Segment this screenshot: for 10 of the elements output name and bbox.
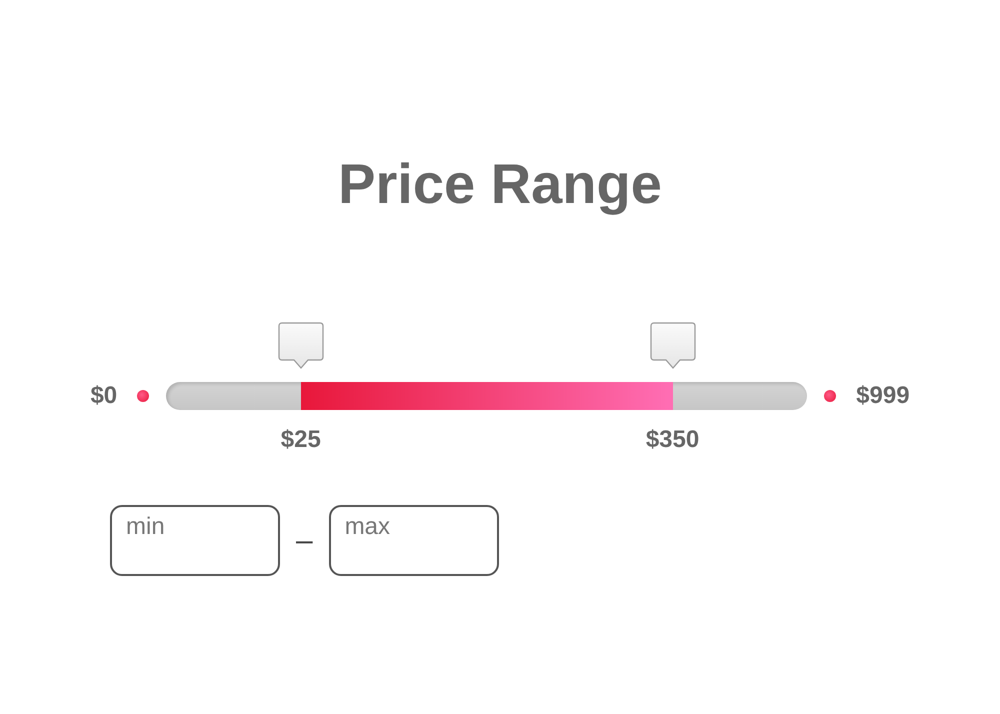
max-input-field[interactable]: max	[328, 505, 499, 576]
max-price-label: $999	[856, 382, 910, 410]
handle-value: $350	[646, 426, 700, 454]
track-start-dot	[137, 390, 150, 402]
min-input-field[interactable]: min	[110, 505, 280, 576]
track-end-dot	[824, 390, 836, 402]
page-title: Price Range	[338, 152, 662, 216]
handle-value: $25	[280, 426, 321, 454]
range-separator: –	[295, 524, 314, 558]
min-price-label: $0	[90, 382, 118, 410]
